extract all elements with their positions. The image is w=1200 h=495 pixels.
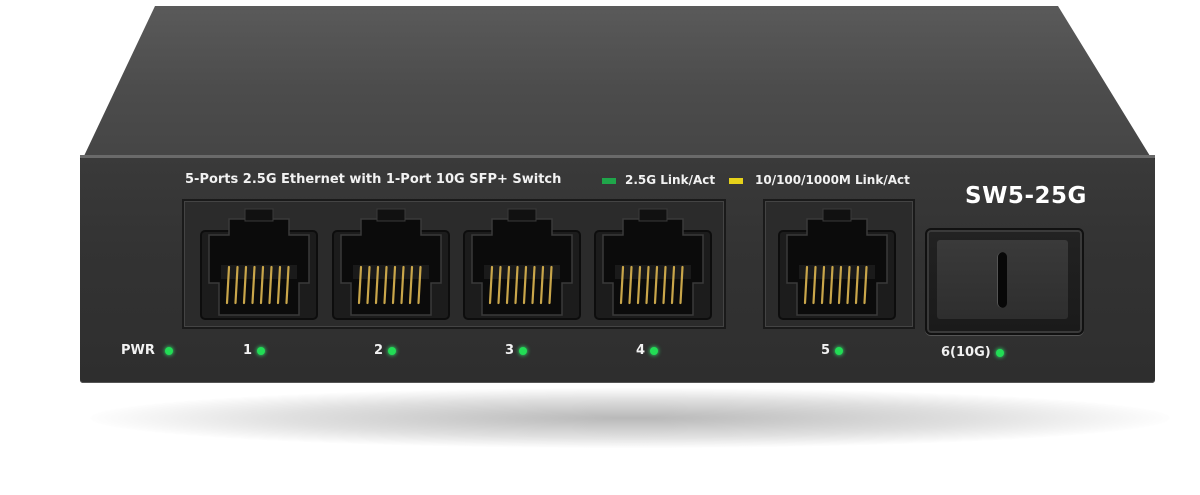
legend-green-label: 2.5G Link/Act bbox=[625, 173, 716, 187]
floor-shadow bbox=[90, 388, 1170, 448]
port-latch-notch bbox=[507, 208, 537, 222]
device-title: 5-Ports 2.5G Ethernet with 1-Port 10G SF… bbox=[185, 172, 562, 187]
model-name: SW5-25G bbox=[965, 183, 1087, 209]
legend-green-swatch bbox=[602, 178, 616, 184]
contact-base bbox=[484, 265, 560, 279]
rj45-port-4[interactable] bbox=[593, 205, 713, 321]
sfp-plus-port[interactable] bbox=[925, 228, 1084, 335]
pwr-label: PWR bbox=[121, 343, 155, 358]
port-3-label: 3 bbox=[505, 343, 515, 358]
sfp-latch bbox=[997, 252, 1007, 308]
contact-base bbox=[799, 265, 875, 279]
rj45-port-1[interactable] bbox=[199, 205, 319, 321]
contact-base bbox=[221, 265, 297, 279]
port-latch-notch bbox=[638, 208, 668, 222]
front-top-edge bbox=[80, 155, 1155, 158]
switch-top-panel bbox=[84, 6, 1150, 156]
contact-base bbox=[353, 265, 429, 279]
port-3-led bbox=[519, 347, 527, 355]
contact-base bbox=[615, 265, 691, 279]
pwr-led bbox=[165, 347, 173, 355]
port-5-label: 5 bbox=[821, 343, 831, 358]
port-2-led bbox=[388, 347, 396, 355]
legend-yellow-swatch bbox=[729, 178, 743, 184]
port-1-led bbox=[257, 347, 265, 355]
product-photo: 5-Ports 2.5G Ethernet with 1-Port 10G SF… bbox=[0, 0, 1200, 495]
port-1-label: 1 bbox=[243, 343, 253, 358]
port-2-label: 2 bbox=[374, 343, 384, 358]
port-4-label: 4 bbox=[636, 343, 646, 358]
sfp-cage bbox=[937, 240, 1068, 319]
port-4-led bbox=[650, 347, 658, 355]
port-5-led bbox=[835, 347, 843, 355]
port-latch-notch bbox=[376, 208, 406, 222]
port-latch-notch bbox=[244, 208, 274, 222]
port-latch-notch bbox=[822, 208, 852, 222]
legend-yellow-label: 10/100/1000M Link/Act bbox=[755, 173, 910, 187]
port-6-led bbox=[996, 349, 1004, 357]
rj45-port-3[interactable] bbox=[462, 205, 582, 321]
rj45-port-2[interactable] bbox=[331, 205, 451, 321]
port-6-label: 6(10G) bbox=[941, 345, 991, 360]
rj45-port-5[interactable] bbox=[777, 205, 897, 321]
